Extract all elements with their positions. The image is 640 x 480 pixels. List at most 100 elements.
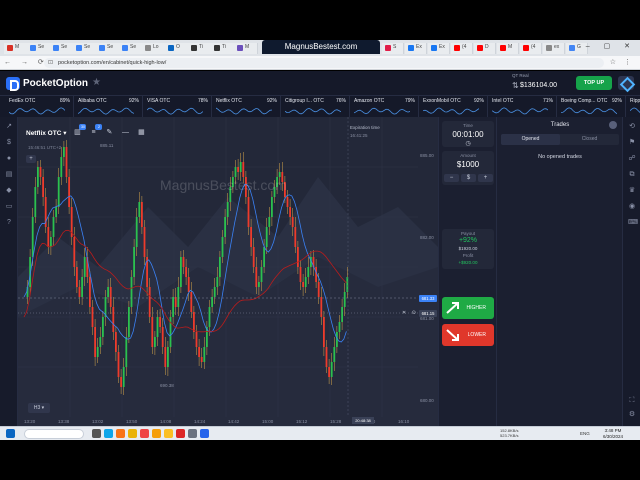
market-icon[interactable]: ▤ [5,171,13,179]
brave-icon[interactable] [116,429,125,438]
browser-menu-icons[interactable]: ☆ ⋮ [610,58,634,66]
favorite-star-icon[interactable]: ★ [92,77,101,88]
trades-settings-icon[interactable] [609,121,617,129]
payout-label: Payout [460,231,475,236]
signals-icon[interactable]: ⚑ [628,139,636,147]
browser-tab[interactable]: O [165,43,189,54]
edge-icon[interactable] [104,429,113,438]
tab-label: Ex [416,44,422,50]
app-icon-red[interactable] [140,429,149,438]
timeframe-button[interactable]: H3 ▾ [28,403,50,413]
system-clock[interactable]: 3:48 PM 6/30/2024 [598,428,628,440]
currency-button[interactable]: $ [461,174,476,182]
app-icon-orange[interactable] [176,429,185,438]
cursor-tools[interactable]: ✕ ⊙ [402,310,418,316]
ticker-item[interactable]: FedEx OTC 89% [6,96,74,118]
tab-label: O [176,44,180,50]
browser-tab[interactable]: M [234,43,258,54]
time-box[interactable]: Time 00:01:00 ◷ [442,121,494,147]
profile-icon[interactable]: ● [5,155,13,163]
increase-amount-button[interactable]: + [478,174,493,182]
explorer-icon[interactable] [128,429,137,438]
ticker-item[interactable]: ExxonMobil OTC 92% [420,96,488,118]
browser-tab[interactable]: (4 [451,43,473,54]
chart-icon[interactable]: ↗ [5,123,13,131]
tournaments-icon[interactable]: ♛ [628,187,636,195]
browser-tab[interactable]: Se [73,43,97,54]
amount-box[interactable]: Amount $1000 − $ + [442,151,494,185]
taskbar-search-input[interactable] [24,429,84,439]
ticker-item[interactable]: Netflix OTC 92% [213,96,281,118]
window-controls[interactable]: – ▢ ✕ [586,42,636,50]
tab-label: Ti [222,44,226,50]
browser-tab[interactable]: Ex [428,43,450,54]
ticker-item[interactable]: Ripple OTC9 [627,96,640,118]
sparkline-path [285,107,341,115]
gift-diamond-icon[interactable] [618,76,634,90]
social-trading-icon[interactable]: ☍ [628,155,636,163]
task-view-icon[interactable] [92,429,101,438]
url-field[interactable]: ⊡ pocketoption.com/en/cabinet/quick-high… [44,58,604,68]
candle-body [341,307,343,322]
firefox-icon[interactable] [152,429,161,438]
profit-value: +$920.00 [458,260,478,265]
browser-tab[interactable]: G [566,43,588,54]
browser-tab[interactable]: Ti [188,43,212,54]
zoom-in-button[interactable]: + [26,155,36,163]
hotkeys-icon[interactable]: ⌨ [628,219,638,227]
browser-tab[interactable]: Se [119,43,143,54]
candle-body [185,267,187,277]
browser-tab[interactable]: M [497,43,519,54]
chrome-icon[interactable] [164,429,173,438]
ticker-item[interactable]: Citigroup I... OTC 76% [282,96,350,118]
pending-trades-icon[interactable]: ◉ [628,203,636,211]
browser-tab[interactable]: D [474,43,496,54]
decrease-amount-button[interactable]: − [444,174,459,182]
browser-tab[interactable]: (4 [520,43,542,54]
express-trades-icon[interactable]: ⧉ [628,171,636,179]
asset-selector[interactable]: Netflix OTC ▾ [26,129,66,137]
browser-tab[interactable]: S [382,43,404,54]
higher-button[interactable]: HIGHER [442,297,494,319]
browser-tab[interactable]: Se [96,43,120,54]
browser-tab[interactable]: Ex [405,43,427,54]
sparkline-path [9,107,65,115]
achievements-icon[interactable]: ◆ [5,187,13,195]
app-icon-blue[interactable] [200,429,209,438]
brand-logo[interactable]: PocketOption [6,76,88,91]
chart-type-icon[interactable]: ▥ 30 [72,124,87,138]
browser-tab[interactable]: Se [27,43,51,54]
settings-icon[interactable]: ⚙ [628,411,636,419]
top-up-button[interactable]: TOP UP [576,76,612,90]
start-icon[interactable] [6,429,15,438]
help-icon[interactable]: ? [5,219,13,227]
fullscreen-icon[interactable]: ⛶ [628,397,636,405]
browser-tab[interactable]: Se [50,43,74,54]
tab-opened[interactable]: Opened [501,134,560,145]
indicators-icon[interactable]: ≡ 2 [88,124,103,138]
finance-icon[interactable]: $ [5,139,13,147]
navigation-buttons[interactable]: ← → ⟳ [4,58,48,66]
app-icon-gray[interactable] [188,429,197,438]
tab-closed[interactable]: Closed [560,134,619,145]
browser-tab[interactable]: ex [543,43,565,54]
browser-tab[interactable]: Lo [142,43,166,54]
layout-grid-icon[interactable]: ▦ [136,128,146,138]
drawing-pencil-icon[interactable]: ✎ [104,128,114,138]
browser-tab[interactable]: M [4,43,28,54]
ticker-item[interactable]: Amazon OTC 79% [351,96,419,118]
chat-icon[interactable]: ▭ [5,203,13,211]
line-tool-icon[interactable]: — [120,128,130,138]
candle-body [221,237,224,257]
browser-tab[interactable]: Ti [211,43,235,54]
ticker-item[interactable]: Alibaba OTC 92% [75,96,143,118]
ticker-item[interactable]: VISA OTC 78% [144,96,212,118]
language-indicator[interactable]: ENG [580,431,590,436]
lower-button[interactable]: LOWER [442,324,494,346]
history-icon[interactable]: ⟲ [628,123,636,131]
ticker-item[interactable]: Intel OTC 71% [489,96,557,118]
candle-body [203,347,206,362]
active-browser-tab[interactable]: MagnusBestest.com [262,40,380,54]
ticker-item[interactable]: Boeing Comp... OTC 92% [558,96,626,118]
price-chart[interactable]: 885.00 882.00 681.00 680.00 13:20 13:38 13:02 1… [18,117,438,426]
